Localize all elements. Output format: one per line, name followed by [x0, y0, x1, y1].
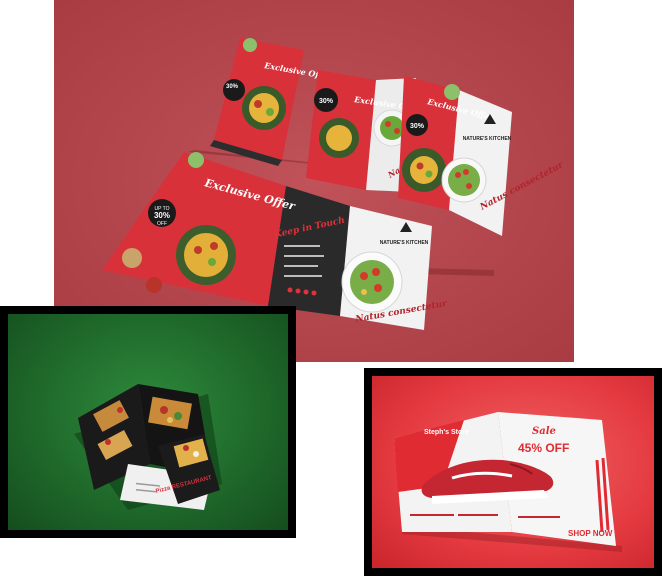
pizza-brochure-scene: Pizza RESTAURANT	[74, 384, 222, 510]
shoe-flyer-scene: Steph's Store Sale 45% OFF SHOP NOW	[394, 412, 622, 552]
shoe-flyer-background: Steph's Store Sale 45% OFF SHOP NOW	[372, 376, 654, 568]
shoe-flyer-mockup: Steph's Store Sale 45% OFF SHOP NOW	[364, 368, 662, 576]
store-name: Steph's Store	[424, 429, 469, 436]
pizza-brochure-mockup: Pizza RESTAURANT	[0, 306, 296, 538]
brochure-b-discount-value: 30%	[319, 98, 334, 105]
sale-label: Sale	[532, 426, 556, 437]
pizza-brochure-background: Pizza RESTAURANT	[8, 314, 288, 530]
discount-suffix: OFF	[157, 221, 167, 227]
brochure-d-brand: NATURE'S KITCHEN	[380, 240, 429, 246]
brochure-c-discount-value: 30%	[410, 123, 425, 130]
discount-value: 30%	[154, 211, 170, 220]
offer-text: 45% OFF	[518, 441, 569, 455]
brochure-c-brand: NATURE'S KITCHEN	[463, 136, 512, 142]
shop-now-button: SHOP NOW	[568, 529, 613, 538]
brochure-a-discount-value: 30%	[226, 84, 239, 90]
